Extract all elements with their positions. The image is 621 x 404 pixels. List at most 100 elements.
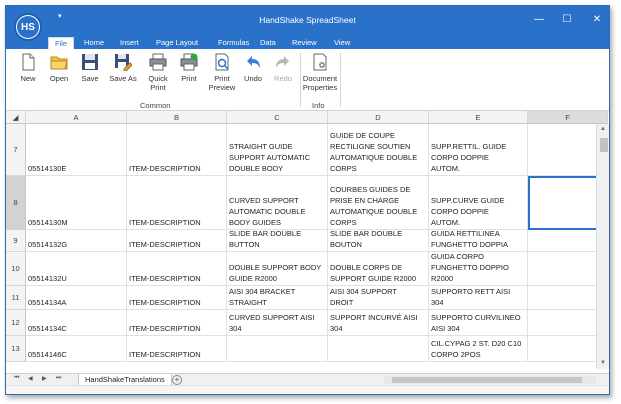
undo-icon bbox=[244, 53, 262, 71]
cell-d8[interactable]: COURBES GUIDES DE PRISE EN CHARGE AUTOMA… bbox=[328, 176, 429, 230]
cell-e13[interactable]: CIL.CYPAG 2 ST. D20 C10 CORPO 2POS bbox=[429, 336, 528, 362]
horizontal-scrollbar[interactable] bbox=[384, 376, 596, 384]
print-label: Print bbox=[181, 74, 197, 83]
cell-e9[interactable]: GUIDA RETTILINEA FUNGHETTO DOPPIA bbox=[429, 230, 528, 252]
cell-b11[interactable]: ITEM-DESCRIPTION bbox=[127, 286, 227, 310]
column-header-f[interactable]: F bbox=[528, 111, 608, 124]
tab-review[interactable]: Review bbox=[292, 37, 317, 49]
cell-b10[interactable]: ITEM-DESCRIPTION bbox=[127, 252, 227, 286]
open-button[interactable]: Open bbox=[44, 53, 74, 83]
cell-d10[interactable]: DOUBLE CORPS DE SUPPORT GUIDE R2000 bbox=[328, 252, 429, 286]
new-label: New bbox=[20, 74, 36, 83]
close-button[interactable]: ✕ bbox=[587, 12, 607, 28]
quick-print-button[interactable]: Quick Print bbox=[143, 53, 173, 92]
row-header-8[interactable]: 8 bbox=[6, 176, 26, 230]
column-header-c[interactable]: C bbox=[227, 111, 328, 124]
row-header-13[interactable]: 13 bbox=[6, 336, 26, 362]
cell-a12[interactable]: 05514134C bbox=[26, 310, 127, 336]
cell-e12[interactable]: SUPPORTO CURVILINEO AISI 304 bbox=[429, 310, 528, 336]
last-sheet-icon[interactable]: ⏭ bbox=[56, 375, 61, 382]
save-as-icon bbox=[114, 53, 133, 72]
tab-insert[interactable]: Insert bbox=[120, 37, 139, 49]
cell-e7[interactable]: SUPP.RETTIL. GUIDE CORPO DOPPIE AUTOM. bbox=[429, 124, 528, 176]
save-button[interactable]: Save bbox=[75, 53, 105, 83]
new-button[interactable]: New bbox=[13, 53, 43, 83]
app-logo-text: HS bbox=[17, 16, 39, 38]
vertical-scrollbar[interactable]: ▲ ▼ bbox=[596, 124, 609, 369]
cell-b12[interactable]: ITEM-DESCRIPTION bbox=[127, 310, 227, 336]
column-header-a[interactable]: A bbox=[26, 111, 127, 124]
ribbon-tabs: File Home Insert Page Layout Formulas Da… bbox=[6, 36, 609, 49]
cell-e8[interactable]: SUPP.CURVE GUIDE CORPO DOPPIE AUTOM. bbox=[429, 176, 528, 230]
cell-c8[interactable]: CURVED SUPPORT AUTOMATIC DOUBLE BODY GUI… bbox=[227, 176, 328, 230]
cell-a10[interactable]: 05514132U bbox=[26, 252, 127, 286]
row-header-9[interactable]: 9 bbox=[6, 230, 26, 252]
print-button[interactable]: Print bbox=[174, 53, 204, 83]
cell-b8[interactable]: ITEM-DESCRIPTION bbox=[127, 176, 227, 230]
prev-sheet-icon[interactable]: ◀ bbox=[28, 375, 33, 382]
print-preview-icon bbox=[213, 53, 231, 71]
cell-c13[interactable] bbox=[227, 336, 328, 362]
horizontal-scroll-thumb[interactable] bbox=[392, 377, 582, 383]
cell-d11[interactable]: AISI 304 SUPPORT DROIT bbox=[328, 286, 429, 310]
spreadsheet-grid[interactable]: ◢ A B C D E F 7 05514130E ITEM-DESCRIPTION STRAIG… bbox=[6, 111, 609, 373]
save-as-label: Save As bbox=[109, 74, 137, 83]
title-bar: ▾ HandShake SpreadSheet — ☐ ✕ bbox=[6, 6, 609, 36]
group-label-common: Common bbox=[140, 101, 171, 110]
document-properties-button[interactable]: Document Properties bbox=[302, 53, 338, 92]
column-header-d[interactable]: D bbox=[328, 111, 429, 124]
cell-a13[interactable]: 05514146C bbox=[26, 336, 127, 362]
cell-e10[interactable]: GUIDA CORPO FUNGHETTO DOPPIO R2000 bbox=[429, 252, 528, 286]
cell-b9[interactable]: ITEM-DESCRIPTION bbox=[127, 230, 227, 252]
select-all-corner[interactable]: ◢ bbox=[6, 111, 26, 124]
scroll-up-icon[interactable]: ▲ bbox=[600, 126, 606, 132]
tab-file[interactable]: File bbox=[48, 37, 75, 49]
cell-a7[interactable]: 05514130E bbox=[26, 124, 127, 176]
row-header-10[interactable]: 10 bbox=[6, 252, 26, 286]
scroll-down-icon[interactable]: ▼ bbox=[600, 360, 606, 366]
tab-home[interactable]: Home bbox=[84, 37, 104, 49]
cell-a11[interactable]: 05514134A bbox=[26, 286, 127, 310]
cell-d7[interactable]: GUIDE DE COUPE RECTILIGNE SOUTIEN AUTOMA… bbox=[328, 124, 429, 176]
row-header-12[interactable]: 12 bbox=[6, 310, 26, 336]
cell-d12[interactable]: SUPPORT INCURVÉ AISI 304 bbox=[328, 310, 429, 336]
maximize-button[interactable]: ☐ bbox=[557, 12, 577, 28]
undo-button[interactable]: Undo bbox=[238, 53, 268, 83]
add-sheet-icon[interactable]: + bbox=[172, 375, 182, 385]
tab-formulas[interactable]: Formulas bbox=[218, 37, 249, 49]
cell-c12[interactable]: CURVED SUPPORT AISI 304 bbox=[227, 310, 328, 336]
cell-b7[interactable]: ITEM-DESCRIPTION bbox=[127, 124, 227, 176]
column-header-e[interactable]: E bbox=[429, 111, 528, 124]
document-properties-label: Document Properties bbox=[302, 74, 338, 92]
group-separator bbox=[340, 53, 341, 107]
cell-e11[interactable]: SUPPORTO RETT AISI 304 bbox=[429, 286, 528, 310]
save-as-button[interactable]: Save As bbox=[106, 53, 140, 83]
cell-c9[interactable]: SLIDE BAR DOUBLE BUTTON bbox=[227, 230, 328, 252]
print-preview-label: Print Preview bbox=[208, 74, 236, 92]
sheet-bar: ⏮ ◀ ▶ ⏭ HandShakeTranslations + bbox=[6, 373, 609, 386]
app-logo[interactable]: HS bbox=[14, 13, 42, 41]
cell-a8[interactable]: 05514130M bbox=[26, 176, 127, 230]
print-preview-button[interactable]: Print Preview bbox=[205, 53, 239, 92]
cell-c7[interactable]: STRAIGHT GUIDE SUPPORT AUTOMATIC DOUBLE … bbox=[227, 124, 328, 176]
column-header-b[interactable]: B bbox=[127, 111, 227, 124]
minimize-button[interactable]: — bbox=[529, 12, 549, 28]
row-header-7[interactable]: 7 bbox=[6, 124, 26, 176]
cell-a9[interactable]: 05514132G bbox=[26, 230, 127, 252]
app-window: ▾ HandShake SpreadSheet — ☐ ✕ HS File Ho… bbox=[5, 5, 610, 395]
first-sheet-icon[interactable]: ⏮ bbox=[14, 375, 19, 382]
cell-b13[interactable]: ITEM-DESCRIPTION bbox=[127, 336, 227, 362]
status-bar bbox=[6, 385, 609, 394]
tab-view[interactable]: View bbox=[334, 37, 350, 49]
ribbon: New Open Save Save As Quick Print Print … bbox=[6, 49, 609, 111]
cell-c11[interactable]: AISI 304 BRACKET STRAIGHT bbox=[227, 286, 328, 310]
cell-c10[interactable]: DOUBLE SUPPORT BODY GUIDE R2000 bbox=[227, 252, 328, 286]
cell-d9[interactable]: SLIDE BAR DOUBLE BOUTON bbox=[328, 230, 429, 252]
tab-page-layout[interactable]: Page Layout bbox=[156, 37, 198, 49]
next-sheet-icon[interactable]: ▶ bbox=[42, 375, 47, 382]
row-header-11[interactable]: 11 bbox=[6, 286, 26, 310]
cell-d13[interactable] bbox=[328, 336, 429, 362]
vertical-scroll-thumb[interactable] bbox=[600, 138, 608, 152]
tab-data[interactable]: Data bbox=[260, 37, 276, 49]
redo-button[interactable]: Redo bbox=[268, 53, 298, 83]
